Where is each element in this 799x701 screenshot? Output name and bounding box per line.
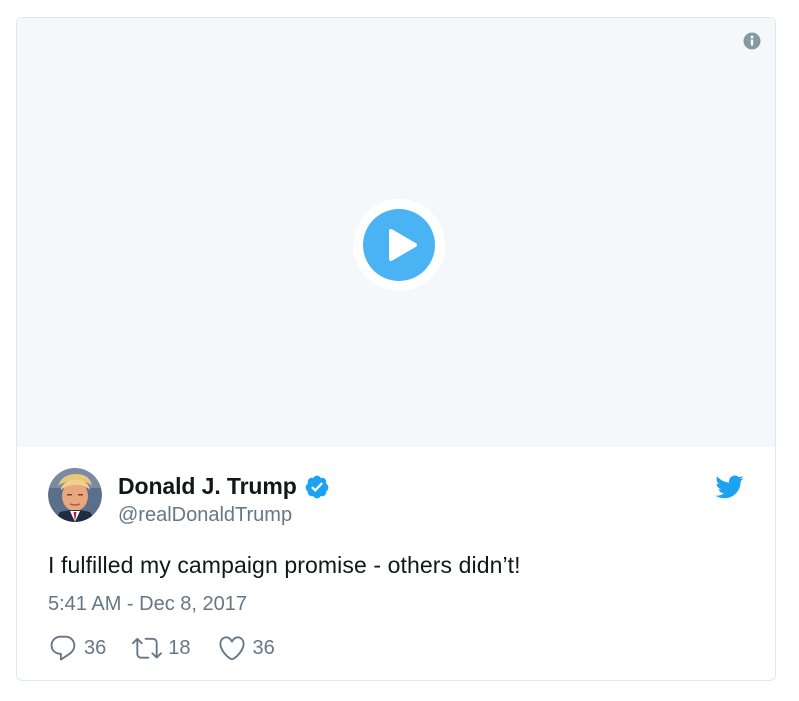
author-name-link[interactable]: Donald J. Trump: [118, 473, 330, 500]
like-count: 36: [252, 636, 275, 659]
reply-icon: [50, 635, 76, 661]
twitter-bird-icon[interactable]: [714, 474, 744, 500]
heart-icon: [218, 636, 245, 661]
reply-button[interactable]: 36: [48, 633, 106, 663]
verified-badge-icon: [305, 475, 329, 498]
reply-count: 36: [84, 636, 107, 659]
avatar[interactable]: [48, 468, 102, 522]
author-handle[interactable]: @realDonaldTrump: [118, 504, 292, 527]
tweet-body: Donald J. Trump @realDonaldTrump I fulfi…: [17, 447, 775, 680]
embedded-tweet-card: Donald J. Trump @realDonaldTrump I fulfi…: [16, 17, 776, 681]
retweet-button[interactable]: 18: [132, 633, 191, 663]
play-button[interactable]: [353, 199, 445, 291]
video-media[interactable]: [17, 18, 775, 447]
retweet-count: 18: [168, 636, 191, 659]
author-name: Donald J. Trump: [118, 473, 297, 499]
like-button[interactable]: 36: [217, 633, 275, 663]
info-icon[interactable]: [743, 32, 761, 50]
play-icon: [363, 209, 435, 281]
retweet-icon: [132, 637, 163, 659]
tweet-timestamp[interactable]: 5:41 AM - Dec 8, 2017: [48, 593, 247, 616]
tweet-text: I fulfilled my campaign promise - others…: [48, 552, 521, 578]
tweet-actions: 36 18 36: [48, 633, 301, 663]
